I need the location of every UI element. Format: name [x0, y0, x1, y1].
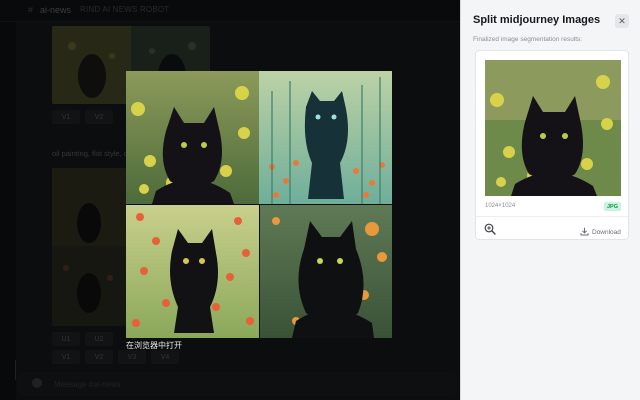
download-label: Download	[592, 228, 621, 236]
close-icon[interactable]: ✕	[615, 14, 629, 28]
result-image-thumbnail[interactable]	[485, 60, 621, 196]
panel-title: Split midjourney Images	[473, 14, 601, 26]
open-in-browser-link[interactable]: 在浏览器中打开	[126, 340, 182, 351]
lightbox-image[interactable]	[126, 71, 392, 338]
split-images-panel: Split midjourney Images ✕ Finalized imag…	[460, 0, 640, 400]
zoom-in-icon[interactable]	[484, 222, 496, 235]
image-dimensions: 1024×1024	[485, 203, 516, 209]
format-badge: JPG	[604, 202, 622, 211]
panel-subtitle: Finalized image segmentation results:	[473, 36, 583, 43]
result-card: 1024×1024 JPG Download	[475, 50, 629, 240]
card-divider	[476, 216, 628, 217]
download-button[interactable]: Download	[580, 223, 621, 241]
download-icon	[580, 223, 589, 241]
